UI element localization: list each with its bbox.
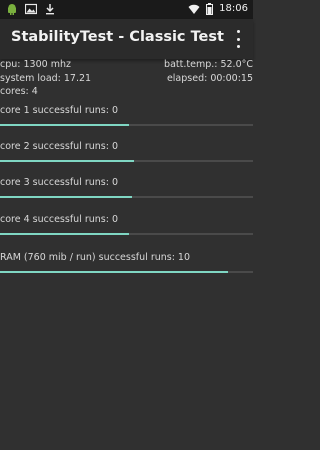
run-item-core-2: core 2 successful runs: 0 <box>0 138 253 174</box>
run-label: RAM (760 mib / run) successful runs: 10 <box>0 251 191 263</box>
cpu-frequency: cpu: 1300 mhz <box>0 59 71 70</box>
system-load: system load: 17.21 <box>0 72 92 84</box>
menu-dot <box>236 30 240 33</box>
info-row-cpu: cpu: 1300 mhz batt.temp.: 52.0°C <box>0 58 253 72</box>
run-label: core 2 successful runs: 0 <box>0 141 119 153</box>
image-icon <box>25 3 37 15</box>
progress-fill <box>0 160 135 163</box>
progress-track <box>0 270 253 273</box>
elapsed-time: elapsed: 00:00:15 <box>166 72 253 84</box>
run-label: core 3 successful runs: 0 <box>0 177 119 189</box>
battery-icon <box>206 3 214 15</box>
progress-track <box>0 232 253 235</box>
run-item-core-4: core 4 successful runs: 0 <box>0 211 253 247</box>
battery-temperature: batt.temp.: 52.0°C <box>164 59 253 70</box>
run-item-core-3: core 3 successful runs: 0 <box>0 174 253 210</box>
progress-fill <box>0 124 130 126</box>
info-row-cores: cores: 4 <box>0 85 253 99</box>
system-status: 18:06 <box>188 3 248 15</box>
android-icon <box>8 4 16 15</box>
menu-dot <box>236 37 240 41</box>
run-item-ram: RAM (760 mib / run) successful runs: 10 <box>0 247 253 283</box>
run-label: core 1 successful runs: 0 <box>0 105 119 116</box>
overflow-menu-icon[interactable] <box>231 30 245 48</box>
run-item-core-1: core 1 successful runs: 0 <box>0 102 253 138</box>
run-list: core 1 successful runs: 0 core 2 success… <box>0 102 253 283</box>
download-icon <box>46 4 54 15</box>
run-label: core 4 successful runs: 0 <box>0 213 119 225</box>
progress-track <box>0 196 253 199</box>
info-row-load: system load: 17.21 elapsed: 00:00:15 <box>0 72 253 86</box>
progress-track <box>0 160 253 163</box>
progress-fill <box>0 232 130 235</box>
menu-dot <box>236 45 240 48</box>
progress-fill <box>0 196 132 199</box>
progress-fill <box>0 270 228 273</box>
core-count: cores: 4 <box>0 86 38 97</box>
progress-track <box>0 124 253 126</box>
wifi-icon <box>188 4 200 14</box>
page-title: StabilityTest - Classic Test <box>11 29 224 45</box>
app-bar: StabilityTest - Classic Test <box>0 19 253 59</box>
status-bar: 18:06 <box>0 0 253 19</box>
clock: 18:06 <box>219 3 248 14</box>
system-info: cpu: 1300 mhz batt.temp.: 52.0°C system … <box>0 58 253 99</box>
notification-icons <box>6 3 56 15</box>
